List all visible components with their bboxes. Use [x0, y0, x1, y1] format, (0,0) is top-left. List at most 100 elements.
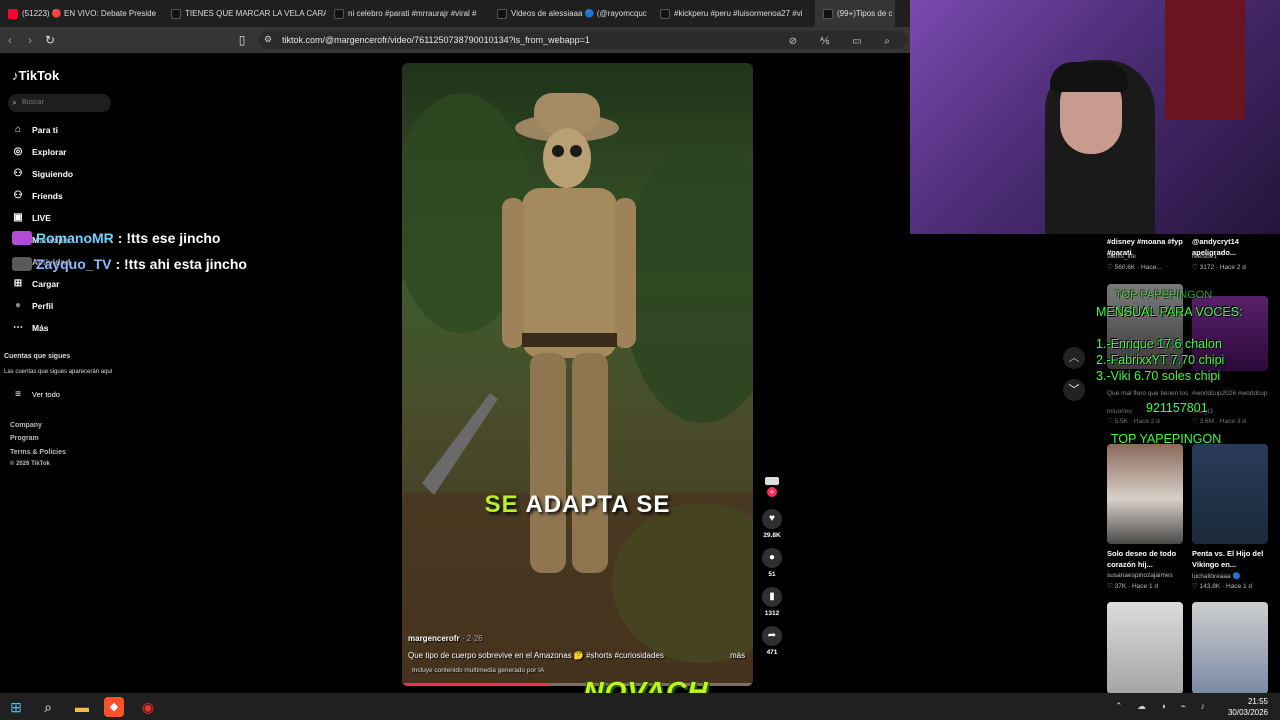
recommendation-author[interactable]: reelsbe1 [1192, 253, 1217, 260]
tiktok-favicon-icon [497, 8, 507, 19]
recommendation-stats: ♡ 5.5K · Hace 2 d [1107, 418, 1160, 425]
windows-start-icon[interactable]: ⊞ [6, 697, 26, 717]
footer-company-link[interactable]: Company [10, 422, 42, 429]
taskbar: ⊞ ⌕ ▬ ◆ ◉ ⌃ ☁ ◑ ⌁ ♪ 21:55 30/03/2026 [0, 693, 1280, 720]
nav-item-live[interactable]: ▣ LIVE [12, 212, 51, 223]
home-icon: ⌂ [14, 124, 22, 135]
share-icon: ➦ [762, 626, 782, 646]
video-description: Que tipo de cuerpo sobrevive en el Amazo… [408, 651, 664, 660]
youtube-favicon-icon [8, 8, 18, 19]
search-input[interactable]: ⌕ Buscar [8, 94, 111, 112]
tiktok-sidebar: ♪TikTok ⌕ Buscar ⌂ Para ti ◎ Explorar ⚇ Sigu… [0, 53, 120, 693]
previous-video-button[interactable]: ︿ [1063, 347, 1085, 369]
browser-tab[interactable]: #kickperu #peru #luisormenoa27 #vi [652, 0, 815, 27]
nav-item-mas[interactable]: ⋯ Más [12, 322, 49, 333]
recommendation-author[interactable]: stanis_life [1107, 253, 1136, 260]
following-empty-text: Las cuentas que sigues aparecerán aquí [4, 369, 113, 375]
browser-tab-active[interactable]: (99+)Tipos de c [815, 0, 895, 27]
url-toolbar-icons[interactable]: ⊘ ⅍ ▭ ⌕ [789, 36, 900, 47]
tiktok-favicon-icon [171, 8, 181, 19]
like-icon: ♥ [762, 509, 782, 529]
video-player[interactable]: SE ADAPTA SE margencerofr · 2-26 Que tip… [402, 63, 753, 686]
tiktok-favicon-icon [823, 8, 833, 19]
browser-tab[interactable]: (51223) 🔴 EN VIVO: Debate Preside [0, 0, 163, 27]
recommendation-title[interactable]: Solo deseo de todo corazón hij... [1107, 548, 1187, 570]
site-settings-icon[interactable]: ⚙ [264, 34, 272, 45]
bookmark-icon[interactable]: ▯ [232, 33, 252, 47]
hanging-shirt-image [1165, 0, 1245, 120]
nav-item-para-ti[interactable]: ⌂ Para ti [12, 124, 58, 135]
nav-item-perfil[interactable]: ● Perfil [12, 300, 53, 311]
list-icon: ≡ [15, 389, 21, 400]
save-button[interactable]: ▮ 1312 [760, 587, 784, 617]
recommendation-thumbnail[interactable] [1107, 444, 1183, 544]
chevron-up-icon: ︿ [1068, 352, 1080, 364]
comment-button[interactable]: ● 51 [760, 548, 784, 578]
tiktok-logo[interactable]: ♪TikTok [12, 68, 59, 83]
recommendation-author[interactable]: susanaespinozajaimes [1107, 572, 1173, 579]
avatar [765, 477, 779, 485]
video-frame-image [402, 93, 753, 686]
back-icon[interactable]: ‹ [0, 33, 20, 47]
recommendation-stats: ♡ 3172 · Hace 2 d [1192, 264, 1246, 271]
upload-icon: ⊞ [13, 278, 23, 289]
overlay-phone-number: 921157801 [1146, 401, 1208, 415]
overlay-top-title: TOP PAPEPINGON [1115, 289, 1213, 301]
browser-tab[interactable]: Videos de alessiaaa 🔵 (@rayomcquc [489, 0, 652, 27]
webcam-feed [910, 0, 1280, 234]
follow-plus-icon[interactable]: + [767, 487, 777, 497]
browser-tab[interactable]: TIENES QUE MARCAR LA VELA CARA [163, 0, 326, 27]
video-caption: SE ADAPTA SE [484, 491, 671, 518]
system-tray-icons[interactable]: ⌃ ☁ ◑ ⌁ ♪ [1115, 701, 1211, 712]
compass-icon: ◎ [13, 146, 23, 157]
bookmark-icon: ▮ [762, 587, 782, 607]
comment-icon: ● [762, 548, 782, 568]
overlay-line: 3.-Viki 6.70 soles chipi [1096, 369, 1221, 383]
recommendation-thumbnail[interactable] [1107, 602, 1183, 694]
see-all-link[interactable]: ≡ Ver todo [12, 389, 60, 400]
live-icon: ▣ [13, 212, 23, 223]
recommendation-title[interactable]: Que mal floro que tienen los [1107, 390, 1188, 397]
forward-icon[interactable]: › [20, 33, 40, 47]
recommendation-author[interactable]: mluorino [1107, 408, 1132, 415]
address-bar: ‹ › ↻ ▯ ⚙ tiktok.com/@margencerofr/video… [0, 27, 910, 53]
recommendation-author[interactable]: luchalibreaaa 🔵 [1192, 572, 1241, 580]
avatar-icon: ● [14, 300, 22, 311]
file-explorer-icon[interactable]: ▬ [72, 697, 92, 717]
taskbar-clock[interactable]: 21:55 30/03/2026 [1228, 696, 1268, 718]
video-author[interactable]: margencerofr · 2-26 [408, 634, 483, 643]
chat-badge-icon [12, 257, 32, 271]
reload-icon[interactable]: ↻ [40, 33, 60, 47]
brave-browser-icon[interactable]: ◆ [104, 697, 124, 717]
nav-item-siguiendo[interactable]: ⚇ Siguiendo [12, 168, 74, 179]
streamer-hair [1050, 62, 1128, 92]
recommendation-title[interactable]: #worldcup2026 #worldcup [1192, 390, 1268, 397]
creator-avatar[interactable]: + [760, 477, 784, 497]
next-video-button[interactable]: ﹀ [1063, 379, 1085, 401]
recommendations-panel: #disney #moana #fyp #parati stanis_life … [1095, 234, 1280, 694]
overlay-line: 1.-Enrique 17.6 chalon [1096, 337, 1222, 351]
chat-badge-icon [12, 231, 32, 245]
recommendation-stats: ♡ 3.6M · Hace 3 d [1192, 418, 1246, 425]
obs-app-icon[interactable]: ◉ [138, 697, 158, 717]
url-field[interactable]: ⚙ tiktok.com/@margencerofr/video/7611250… [258, 31, 908, 49]
tiktok-favicon-icon [660, 8, 670, 19]
recommendation-thumbnail[interactable] [1192, 602, 1268, 694]
chevron-down-icon: ﹀ [1068, 384, 1080, 396]
browser-tab[interactable]: ni celebro #parati #mrraurajr #viral # [326, 0, 489, 27]
overlay-line: 2.-FabrixxYT 7.70 chipi [1096, 353, 1225, 367]
more-icon: ⋯ [13, 322, 23, 333]
video-progress-fill [402, 683, 550, 686]
footer-program-link[interactable]: Program [10, 435, 39, 442]
search-icon[interactable]: ⌕ [38, 697, 58, 717]
share-button[interactable]: ➦ 471 [760, 626, 784, 656]
like-button[interactable]: ♥ 29.8K [760, 509, 784, 539]
recommendation-thumbnail[interactable] [1192, 444, 1268, 544]
recommendation-title[interactable]: Penta vs. El Hijo del Vikingo en... [1192, 548, 1272, 570]
nav-item-explorar[interactable]: ◎ Explorar [12, 146, 67, 157]
footer-terms-link[interactable]: Terms & Policies [10, 449, 66, 456]
nav-item-cargar[interactable]: ⊞ Cargar [12, 278, 60, 289]
recommendation-stats: ♡ 37K · Hace 1 d [1107, 583, 1158, 590]
more-link[interactable]: más [730, 651, 745, 660]
nav-item-friends[interactable]: ⚇ Friends [12, 190, 63, 201]
